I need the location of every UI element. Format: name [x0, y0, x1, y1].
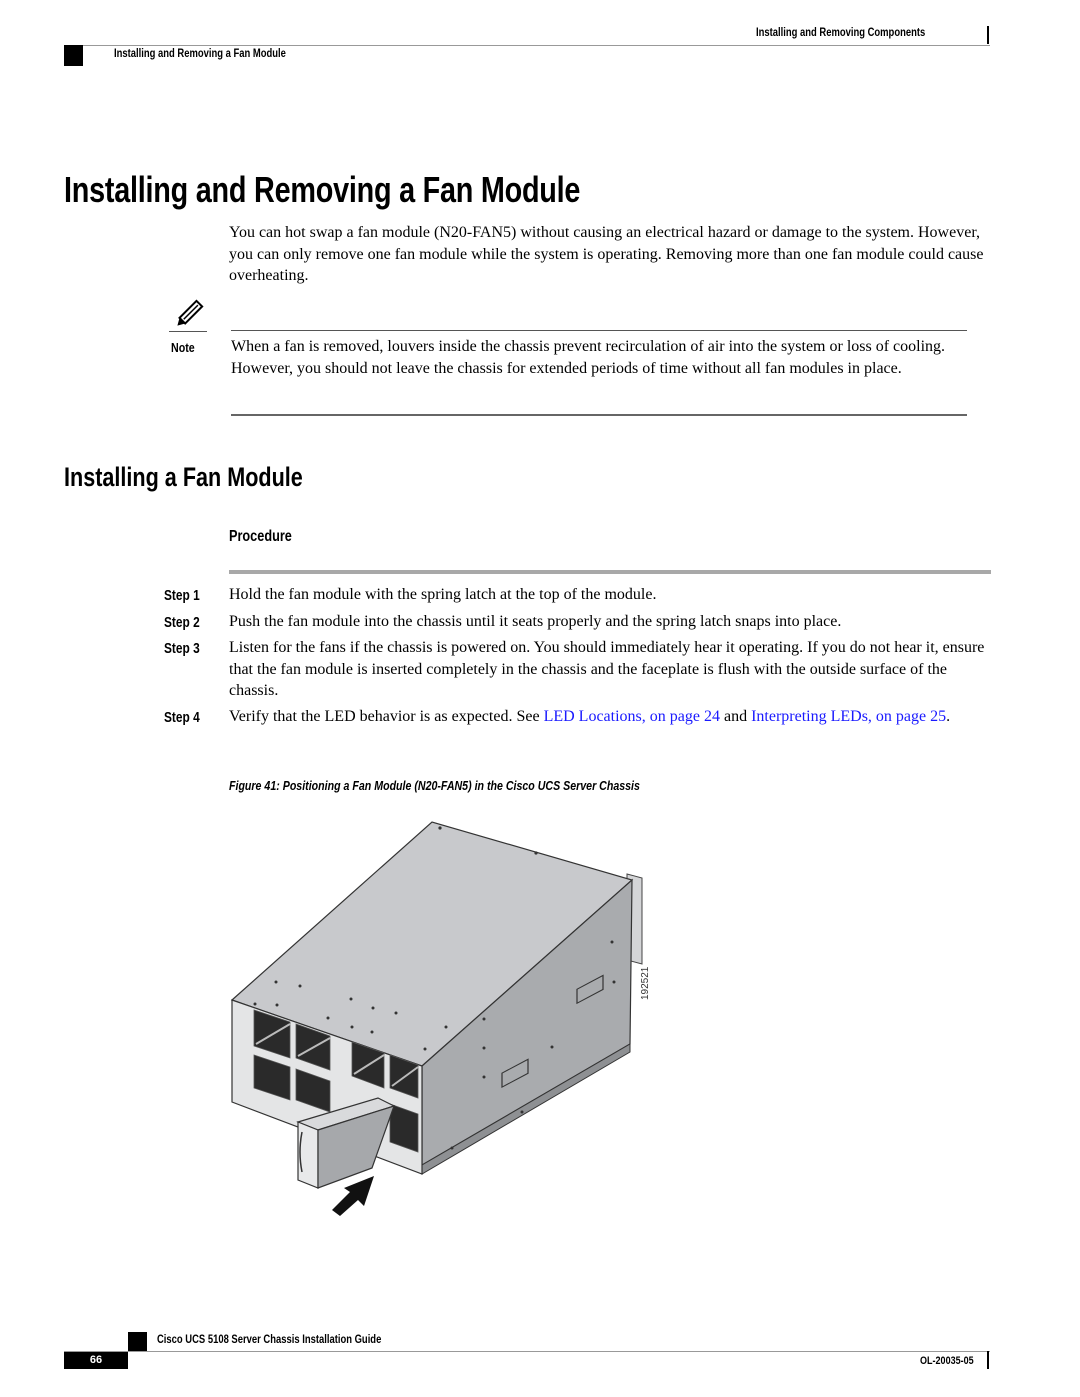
step-4-label: Step 4 [164, 710, 200, 726]
footer-rule [64, 1351, 990, 1352]
footer-guide-title: Cisco UCS 5108 Server Chassis Installati… [157, 1334, 382, 1346]
doc-number: OL-20035-05 [920, 1355, 974, 1367]
fan-module-front [297, 1121, 319, 1189]
note-bottom-rule [231, 414, 967, 416]
step-4-text: Verify that the LED behavior is as expec… [229, 706, 979, 728]
header-vertical-bar [987, 26, 989, 44]
page-number: 66 [64, 1352, 128, 1369]
note-top-rule [231, 330, 967, 331]
led-locations-link[interactable]: LED Locations, on page 24 [544, 708, 720, 725]
header-block-marker [64, 45, 83, 66]
note-label: Note [171, 340, 195, 355]
step-1-text: Hold the fan module with the spring latc… [229, 586, 657, 603]
figure-id: 192521 [640, 966, 651, 1000]
procedure-heading: Procedure [229, 528, 292, 545]
note-icon-underline [169, 331, 207, 332]
step-3-text: Listen for the fans if the chassis is po… [229, 639, 985, 699]
step-4-text-mid: and [719, 708, 752, 725]
insert-direction-arrow [332, 1176, 374, 1216]
page-title: Installing and Removing a Fan Module [64, 169, 581, 210]
footer-block-marker [128, 1332, 147, 1352]
step-3-label: Step 3 [164, 641, 200, 657]
step-4-text-before: Verify that the LED behavior is as expec… [229, 708, 544, 725]
pencil-note-icon [170, 297, 206, 333]
step-1-label: Step 1 [164, 588, 200, 604]
intro-paragraph: You can hot swap a fan module (N20-FAN5)… [229, 224, 984, 284]
procedure-rule [229, 570, 991, 574]
running-header-section: Installing and Removing a Fan Module [114, 48, 286, 60]
note-text: When a fan is removed, louvers inside th… [231, 338, 946, 377]
subsection-title: Installing a Fan Module [64, 462, 303, 492]
figure-caption: Figure 41: Positioning a Fan Module (N20… [229, 779, 640, 793]
step-2-label: Step 2 [164, 615, 200, 631]
chassis-fan-module-figure [222, 812, 667, 1217]
step-4-text-after: . [946, 708, 951, 725]
interpreting-leds-link[interactable]: Interpreting LEDs, on page 25 [751, 708, 946, 725]
header-rule [64, 45, 990, 46]
step-2-text: Push the fan module into the chassis unt… [229, 613, 842, 630]
footer-vertical-bar [987, 1351, 989, 1369]
running-header-chapter: Installing and Removing Components [756, 27, 926, 39]
